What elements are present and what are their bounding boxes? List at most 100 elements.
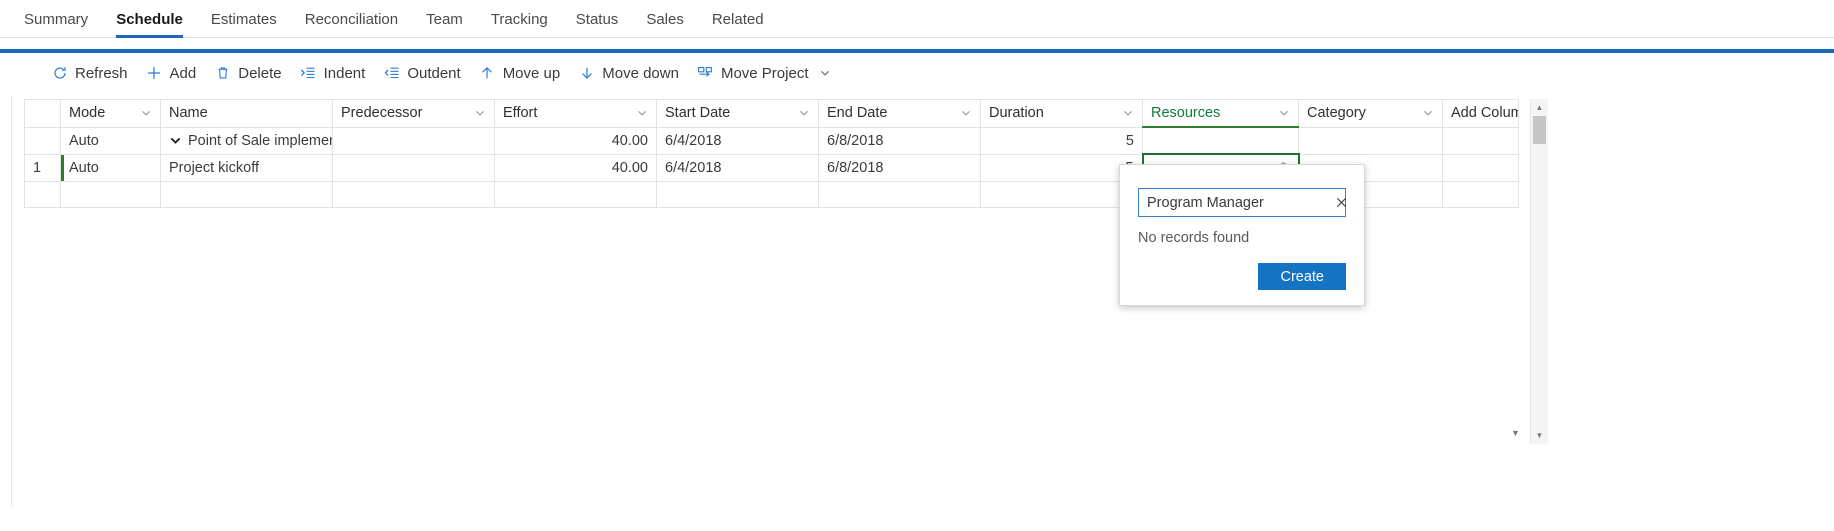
column-header-resources[interactable]: Resources xyxy=(1142,99,1299,128)
outdent-button[interactable]: Outdent xyxy=(374,58,469,88)
tab-reconciliation[interactable]: Reconciliation xyxy=(291,11,412,38)
arrow-up-icon xyxy=(479,65,496,82)
cell-mode[interactable] xyxy=(60,180,161,208)
chevron-down-icon[interactable] xyxy=(798,107,810,119)
cell-end-date[interactable]: 6/8/2018 xyxy=(818,126,981,155)
column-label-predecessor: Predecessor xyxy=(341,105,423,122)
lookup-search-input[interactable] xyxy=(1147,194,1334,211)
refresh-icon xyxy=(51,65,68,82)
chevron-down-icon xyxy=(819,67,832,80)
scroll-up-icon[interactable]: ▲ xyxy=(1531,99,1548,116)
cell-predecessor[interactable] xyxy=(332,180,495,208)
row-number xyxy=(24,126,61,155)
scroll-down-corner-icon[interactable]: ▼ xyxy=(1508,425,1523,440)
indent-label: Indent xyxy=(323,64,366,82)
main-tab-bar: Summary Schedule Estimates Reconciliatio… xyxy=(0,0,1834,38)
cell-end-date[interactable] xyxy=(818,180,981,208)
refresh-button[interactable]: Refresh xyxy=(42,58,137,88)
cell-mode[interactable]: Auto xyxy=(60,153,161,182)
column-header-end-date[interactable]: End Date xyxy=(818,99,981,128)
column-header-start-date[interactable]: Start Date xyxy=(656,99,819,128)
cell-start-date[interactable] xyxy=(656,180,819,208)
cell-end-date[interactable]: 6/8/2018 xyxy=(818,153,981,182)
tab-sales[interactable]: Sales xyxy=(632,11,698,38)
cell-effort[interactable]: 40.00 xyxy=(494,126,657,155)
column-header-predecessor[interactable]: Predecessor xyxy=(332,99,495,128)
chevron-down-icon[interactable] xyxy=(960,107,972,119)
tab-schedule[interactable]: Schedule xyxy=(102,11,197,38)
chevron-down-icon[interactable] xyxy=(140,107,152,119)
column-label-resources: Resources xyxy=(1151,105,1221,121)
column-header-mode[interactable]: Mode xyxy=(60,99,161,128)
tab-related[interactable]: Related xyxy=(698,11,778,38)
column-header-effort[interactable]: Effort xyxy=(494,99,657,128)
column-label-end-date: End Date xyxy=(827,105,888,122)
tab-summary[interactable]: Summary xyxy=(10,11,102,38)
move-down-label: Move down xyxy=(602,64,679,82)
cell-mode[interactable]: Auto xyxy=(60,126,161,155)
close-icon[interactable] xyxy=(1334,195,1349,210)
column-label-name: Name xyxy=(169,105,208,122)
cell-name[interactable]: Point of Sale implementati xyxy=(160,126,333,155)
column-label-effort: Effort xyxy=(503,105,538,122)
move-project-label: Move Project xyxy=(720,64,809,82)
trash-icon xyxy=(214,65,231,82)
column-header-name[interactable]: Name xyxy=(160,99,333,128)
add-label: Add xyxy=(169,64,197,82)
column-header-add-column[interactable]: Add Column xyxy=(1442,99,1519,128)
lookup-search-box[interactable] xyxy=(1138,188,1349,217)
chevron-down-icon[interactable] xyxy=(1122,107,1134,119)
column-header-duration[interactable]: Duration xyxy=(980,99,1143,128)
chevron-down-icon[interactable] xyxy=(1278,107,1290,119)
no-records-message: No records found xyxy=(1138,230,1250,246)
tab-estimates[interactable]: Estimates xyxy=(197,11,291,38)
column-label-add-column: Add Column xyxy=(1451,105,1518,122)
cell-name[interactable]: Project kickoff xyxy=(160,153,333,182)
row-number: 1 xyxy=(24,153,61,182)
cell-effort[interactable]: 40.00 xyxy=(494,153,657,182)
cell-effort[interactable] xyxy=(494,180,657,208)
tab-team[interactable]: Team xyxy=(412,11,477,38)
indent-icon xyxy=(300,65,317,82)
chevron-down-icon[interactable] xyxy=(636,107,648,119)
move-project-icon xyxy=(697,65,714,82)
cell-start-date[interactable]: 6/4/2018 xyxy=(656,153,819,182)
tab-tracking[interactable]: Tracking xyxy=(477,11,562,38)
cell-predecessor[interactable] xyxy=(332,153,495,182)
cell-add-column xyxy=(1442,126,1519,155)
cell-predecessor[interactable] xyxy=(332,126,495,155)
column-header-rownumber xyxy=(24,99,61,128)
chevron-down-icon[interactable] xyxy=(474,107,486,119)
cell-duration[interactable]: 5 xyxy=(980,126,1143,155)
indent-button[interactable]: Indent xyxy=(291,58,375,88)
scrollbar-thumb[interactable] xyxy=(1533,116,1546,144)
move-down-button[interactable]: Move down xyxy=(569,58,688,88)
chevron-down-icon[interactable] xyxy=(1422,107,1434,119)
column-label-duration: Duration xyxy=(989,105,1044,122)
add-button[interactable]: Add xyxy=(137,58,206,88)
grid-vertical-scrollbar[interactable]: ▲ ▼ xyxy=(1530,99,1548,444)
popup-action-bar: Create xyxy=(1120,246,1364,305)
cell-category[interactable] xyxy=(1298,126,1443,155)
move-up-button[interactable]: Move up xyxy=(470,58,570,88)
scroll-down-icon[interactable]: ▼ xyxy=(1531,427,1548,444)
cell-resources[interactable] xyxy=(1142,126,1299,155)
plus-icon xyxy=(146,65,163,82)
row-number xyxy=(24,180,61,208)
delete-label: Delete xyxy=(238,64,282,82)
outdent-icon xyxy=(383,65,400,82)
column-label-mode: Mode xyxy=(69,105,106,122)
move-project-button[interactable]: Move Project xyxy=(688,58,841,88)
cell-start-date[interactable]: 6/4/2018 xyxy=(656,126,819,155)
create-button[interactable]: Create xyxy=(1258,263,1346,290)
tab-status[interactable]: Status xyxy=(562,11,633,38)
chevron-down-icon[interactable] xyxy=(169,134,182,147)
resource-lookup-popup: No records found Create xyxy=(1119,164,1365,306)
column-header-category[interactable]: Category xyxy=(1298,99,1443,128)
cell-name[interactable] xyxy=(160,180,333,208)
refresh-label: Refresh xyxy=(75,64,128,82)
table-row[interactable]: Auto Point of Sale implementati 40.00 6/… xyxy=(24,126,1519,155)
cell-add-column xyxy=(1442,153,1519,182)
cell-add-column xyxy=(1442,180,1519,208)
delete-button[interactable]: Delete xyxy=(205,58,290,88)
